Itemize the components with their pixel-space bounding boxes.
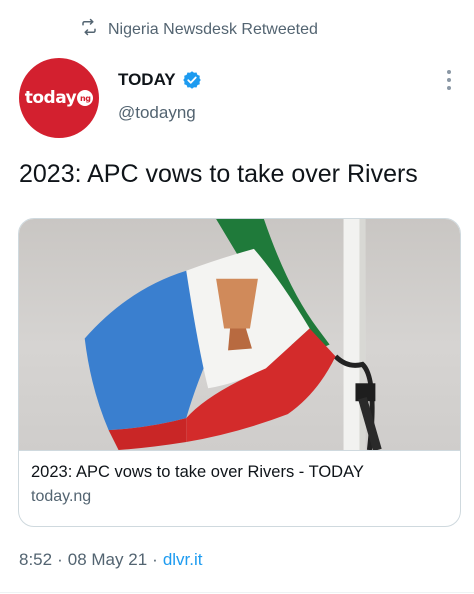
verified-badge-icon — [182, 70, 202, 90]
more-options-icon[interactable] — [446, 70, 452, 90]
tweet-meta: 8:52 · 08 May 21 · dlvr.it — [19, 550, 203, 570]
retweet-icon — [80, 18, 98, 41]
tweet-time[interactable]: 8:52 — [19, 550, 52, 570]
meta-separator: · — [57, 550, 63, 569]
retweet-label: Nigeria Newsdesk Retweeted — [108, 20, 318, 38]
avatar-badge: ng — [77, 90, 94, 106]
avatar[interactable]: today ng — [19, 58, 99, 138]
link-card[interactable]: 2023: APC vows to take over Rivers - TOD… — [18, 218, 461, 527]
card-domain: today.ng — [31, 488, 92, 505]
author-block[interactable]: TODAY @todayng — [118, 70, 202, 123]
handle[interactable]: @todayng — [118, 103, 202, 123]
avatar-logo: today ng — [25, 88, 94, 108]
tweet-source-link[interactable]: dlvr.it — [163, 550, 203, 570]
display-name[interactable]: TODAY — [118, 70, 176, 90]
tweet-text: 2023: APC vows to take over Rivers — [19, 160, 418, 188]
retweet-indicator[interactable]: Nigeria Newsdesk Retweeted — [80, 18, 318, 41]
card-image[interactable] — [19, 219, 460, 451]
card-title[interactable]: 2023: APC vows to take over Rivers - TOD… — [31, 463, 448, 482]
meta-separator: · — [152, 550, 158, 569]
divider — [0, 592, 474, 593]
tweet-date[interactable]: 08 May 21 — [68, 550, 147, 570]
avatar-wordmark: today — [24, 88, 77, 108]
